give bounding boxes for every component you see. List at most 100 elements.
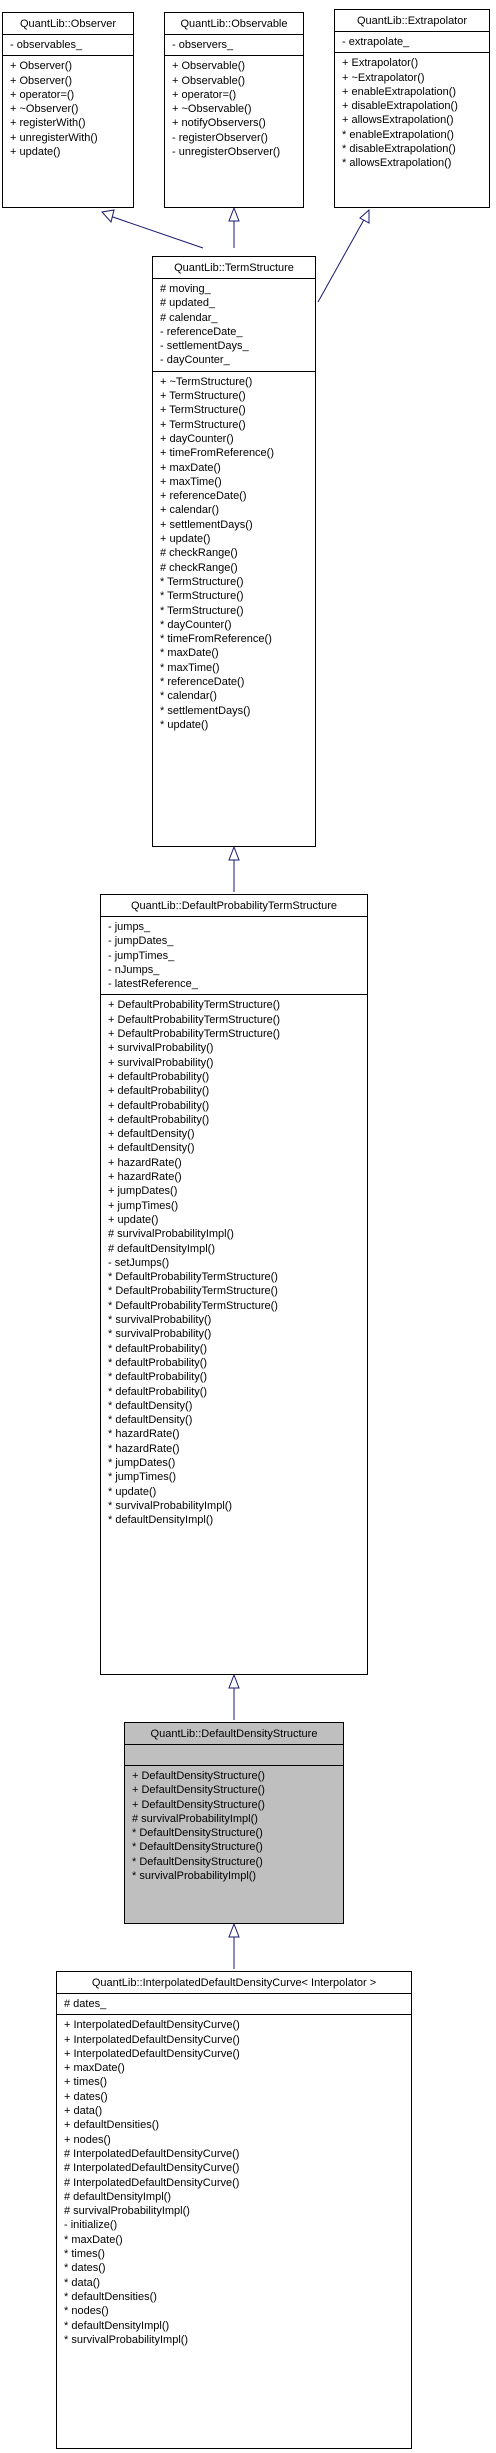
arrowhead-observable [228,206,240,222]
method: + update() [160,533,211,546]
method: + TermStructure() [160,390,246,403]
method: + hazardRate() [108,1171,182,1184]
method: * defaultProbability() [108,1385,208,1398]
method: # InterpolatedDefaultDensityCurve() [64,2147,240,2160]
method: * settlementDays() [160,704,251,717]
methods-section: + Extrapolator() + ~Extrapolator() + enabl… [335,53,489,173]
method: * defaultProbability() [108,1356,208,1369]
attribute: - nJumps_ [108,963,160,976]
method: + DefaultProbabilityTermStructure() [108,1013,281,1026]
method: + maxDate() [64,2062,125,2075]
method: - setJumps() [108,1256,170,1269]
method: * allowsExtrapolation() [342,157,452,170]
method: + Observable() [172,74,246,87]
method: + defaultProbability() [108,1085,210,1098]
methods-section: + Observable() + Observable() + operator=(… [165,56,303,162]
method: - registerObserver() [172,131,268,144]
method: * defaultDensity() [108,1399,193,1412]
method: + defaultDensity() [108,1142,195,1155]
class-title: QuantLib::DefaultProbabilityTermStructur… [101,895,367,917]
attributes-section: - observers_ [165,35,303,57]
method: # InterpolatedDefaultDensityCurve() [64,2176,240,2189]
method: # checkRange() [160,561,238,574]
method: + DefaultDensityStructure() [132,1798,265,1811]
method: * survivalProbabilityImpl() [132,1870,257,1883]
attribute: - jumpTimes_ [108,949,175,962]
class-observer[interactable]: QuantLib::Observer - observables_ + Observ… [2,12,134,208]
method: # survivalProbabilityImpl() [132,1812,258,1825]
class-defaultdensitystructure[interactable]: QuantLib::DefaultDensityStructure + Defau… [124,1722,344,1924]
method: * TermStructure() [160,575,244,588]
method: * survivalProbability() [108,1314,212,1327]
method: * hazardRate() [108,1442,180,1455]
attribute: # calendar_ [160,311,218,324]
class-defaultprobabilitytermstructure[interactable]: QuantLib::DefaultProbabilityTermStructur… [100,894,368,1675]
arrowhead-defaultdensity [228,1922,240,1938]
method: + ~Observable() [172,103,252,116]
method: + dayCounter() [160,432,234,445]
method: + ~Extrapolator() [342,71,425,84]
method: * enableExtrapolation() [342,128,454,141]
methods-section: + ~TermStructure() + TermStructure() + Ter… [153,372,315,735]
method: * defaultDensityImpl() [64,2319,170,2332]
method: + maxDate() [160,461,221,474]
attribute: # updated_ [160,297,216,310]
method: * data() [64,2276,101,2289]
method: + jumpDates() [108,1185,178,1198]
methods-section: + DefaultProbabilityTermStructure() + Def… [101,995,367,1530]
method: # checkRange() [160,547,238,560]
method: # InterpolatedDefaultDensityCurve() [64,2162,240,2175]
method: * jumpDates() [108,1456,176,1469]
attributes-section: # moving_ # updated_ # calendar_ - referenc… [153,279,315,372]
methods-section: + InterpolatedDefaultDensityCurve() + Int… [57,2015,411,2350]
method: + data() [64,2105,103,2118]
method: + timeFromReference() [160,447,275,460]
method: * calendar() [160,690,217,703]
method: + update() [108,1213,159,1226]
method: * DefaultProbabilityTermStructure() [108,1285,278,1298]
method: * times() [64,2248,105,2261]
method: + hazardRate() [108,1156,182,1169]
method: * disableExtrapolation() [342,143,456,156]
arrowhead-termstructure [228,845,240,861]
class-title: QuantLib::Extrapolator [335,10,489,32]
class-title: QuantLib::InterpolatedDefaultDensityCurv… [57,1972,411,1994]
method: + DefaultDensityStructure() [132,1784,265,1797]
method: * DefaultDensityStructure() [132,1841,263,1854]
class-termstructure[interactable]: QuantLib::TermStructure # moving_ # update… [152,256,316,847]
method: * update() [108,1485,157,1498]
method: + DefaultProbabilityTermStructure() [108,999,281,1012]
method: * dayCounter() [160,618,232,631]
attribute: - extrapolate_ [342,36,410,48]
method: * dates() [64,2262,106,2275]
class-extrapolator[interactable]: QuantLib::Extrapolator- extrapolate_+ Ex… [334,9,490,208]
method: * DefaultDensityStructure() [132,1827,263,1840]
method: * survivalProbability() [108,1328,212,1341]
method: # survivalProbabilityImpl() [108,1228,234,1241]
attribute: - jumpDates_ [108,935,174,948]
method: * jumpTimes() [108,1471,177,1484]
class-observable[interactable]: QuantLib::Observable - observers_ + Observ… [164,12,304,208]
method: + jumpTimes() [108,1199,179,1212]
method: + survivalProbability() [108,1042,214,1055]
attributes-section [125,1745,343,1766]
arrowhead-defaultprob [228,1673,240,1689]
method: * defaultProbability() [108,1371,208,1384]
method: + nodes() [64,2133,111,2146]
method: * nodes() [64,2305,109,2318]
class-interpolateddefaultdensitycurve[interactable]: QuantLib::InterpolatedDefaultDensityCurv… [56,1971,412,2449]
methods-section: + DefaultDensityStructure() + DefaultDens… [125,1766,343,1886]
methods-section: + Observer() + Observer() + operator=() + ~… [3,56,133,162]
method: * hazardRate() [108,1428,180,1441]
attribute: - dayCounter_ [160,354,230,367]
attribute: - settlementDays_ [160,340,249,353]
method: * timeFromReference() [160,633,272,646]
method: * TermStructure() [160,590,244,603]
method: + ~TermStructure() [160,375,253,388]
method: * DefaultProbabilityTermStructure() [108,1299,278,1312]
arrowhead-observer [101,209,115,224]
method: * DefaultDensityStructure() [132,1855,263,1868]
method: + TermStructure() [160,418,246,431]
method: - unregisterObserver() [172,146,281,159]
method: # defaultDensityImpl() [64,2190,171,2203]
